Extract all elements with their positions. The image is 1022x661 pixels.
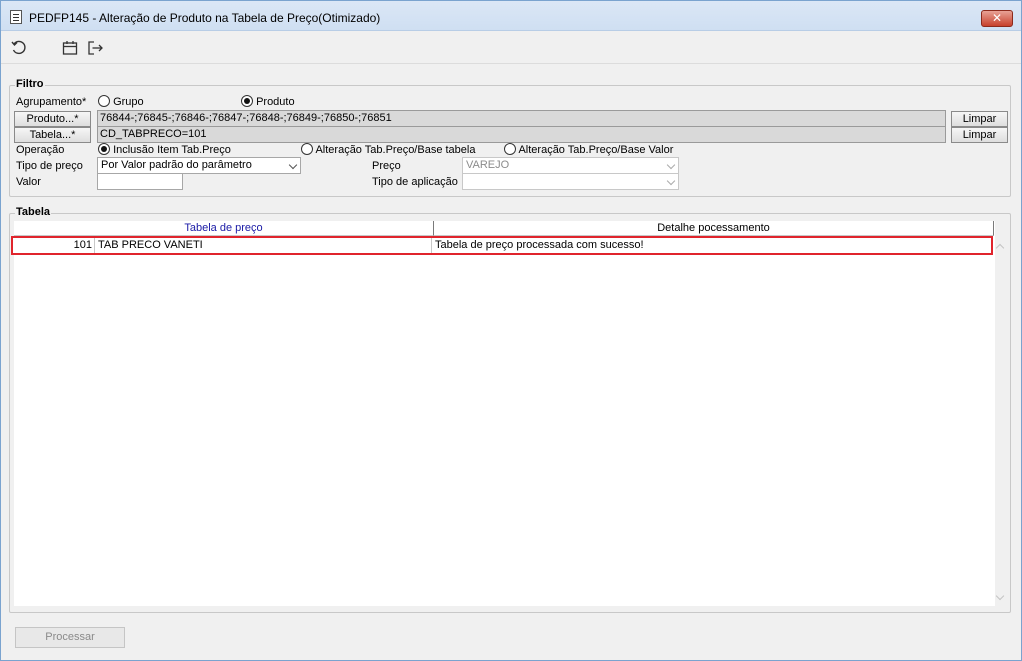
chevron-down-icon	[666, 160, 676, 170]
table-legend: Tabela	[15, 206, 52, 218]
valor-label: Valor	[16, 176, 41, 188]
radio-grupo[interactable]: Grupo	[98, 95, 144, 109]
close-button[interactable]: ✕	[981, 10, 1013, 27]
chevron-down-icon	[666, 176, 676, 186]
table-row[interactable]: 101 TAB PRECO VANETI Tabela de preço pro…	[11, 236, 993, 255]
main-window: PEDFP145 - Alteração de Produto na Tabel…	[0, 0, 1022, 661]
radio-base-valor-label: Alteração Tab.Preço/Base Valor	[518, 144, 674, 156]
produto-button[interactable]: Produto...*	[14, 111, 91, 127]
valor-input[interactable]	[97, 173, 183, 190]
radio-base-tabela[interactable]: Alteração Tab.Preço/Base tabela	[301, 143, 475, 157]
tipo-preco-label: Tipo de preço	[16, 160, 83, 172]
results-grid[interactable]: Tabela de preço Detalhe pocessamento 101…	[11, 221, 995, 606]
radio-base-valor-circle[interactable]	[504, 143, 516, 155]
radio-base-valor[interactable]: Alteração Tab.Preço/Base Valor	[504, 143, 673, 157]
row-name: TAB PRECO VANETI	[96, 238, 432, 253]
preco-label: Preço	[372, 160, 401, 172]
process-button[interactable]: Processar	[15, 627, 125, 648]
produto-value: 76844-;76845-;76846-;76847-;76848-;76849…	[97, 110, 946, 127]
tipo-aplicacao-label: Tipo de aplicação	[372, 176, 458, 188]
column-header-detalhe[interactable]: Detalhe pocessamento	[434, 221, 994, 236]
chevron-down-icon	[288, 160, 298, 170]
row-detail: Tabela de preço processada com sucesso!	[435, 239, 644, 251]
row-code: 101	[13, 238, 95, 253]
column-header-tabela-preco[interactable]: Tabela de preço	[14, 221, 434, 236]
window-title: PEDFP145 - Alteração de Produto na Tabel…	[29, 11, 381, 25]
agrupamento-label: Agrupamento*	[16, 96, 87, 108]
radio-produto-circle[interactable]	[241, 95, 253, 107]
produto-clear-button[interactable]: Limpar	[951, 111, 1008, 127]
tabela-button[interactable]: Tabela...*	[14, 127, 91, 143]
filter-legend: Filtro	[15, 78, 45, 90]
radio-inclusao-circle[interactable]	[98, 143, 110, 155]
radio-grupo-circle[interactable]	[98, 95, 110, 107]
refresh-icon[interactable]	[10, 39, 28, 57]
title-bar: PEDFP145 - Alteração de Produto na Tabel…	[1, 1, 1021, 31]
radio-produto-label: Produto	[256, 96, 295, 108]
exit-icon[interactable]	[86, 39, 104, 57]
tipo-aplicacao-select[interactable]	[462, 173, 679, 190]
radio-base-tabela-label: Alteração Tab.Preço/Base tabela	[315, 144, 476, 156]
tabela-clear-button[interactable]: Limpar	[951, 127, 1008, 143]
operacao-label: Operação	[16, 144, 65, 156]
radio-grupo-label: Grupo	[113, 96, 144, 108]
preco-select[interactable]: VAREJO	[462, 157, 679, 174]
toolbar	[1, 32, 1021, 64]
radio-inclusao[interactable]: Inclusão Item Tab.Preço	[98, 143, 231, 157]
calendar-icon[interactable]	[61, 39, 79, 57]
tipo-preco-select[interactable]: Por Valor padrão do parâmetro	[97, 157, 301, 174]
radio-produto[interactable]: Produto	[241, 95, 295, 109]
preco-value: VAREJO	[466, 159, 510, 171]
tipo-preco-value: Por Valor padrão do parâmetro	[101, 159, 252, 171]
document-icon	[10, 10, 22, 24]
radio-base-tabela-circle[interactable]	[301, 143, 313, 155]
radio-inclusao-label: Inclusão Item Tab.Preço	[113, 144, 231, 156]
tabela-value: CD_TABPRECO=101	[97, 126, 946, 143]
